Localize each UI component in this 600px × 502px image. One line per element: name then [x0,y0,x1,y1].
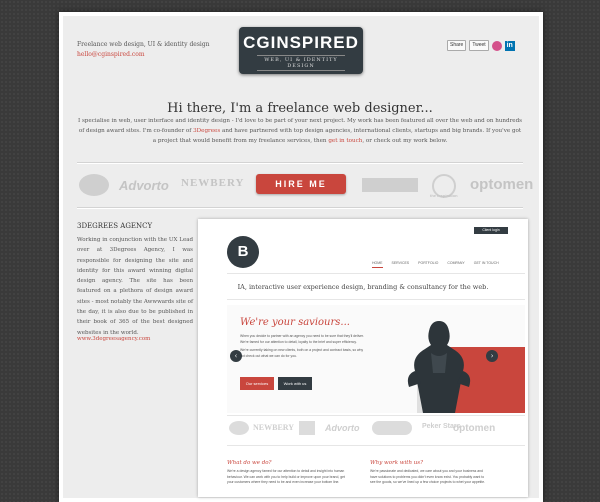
preview-divider [227,299,525,300]
preview-divider [227,273,525,274]
logo-subtitle: WEB, UI & IDENTITY DESIGN [257,55,345,71]
preview-why-text: We're passionate and dedicated, we care … [370,469,486,484]
preview-hero-title: We're your saviours... [240,317,350,328]
carousel-next-icon: › [486,350,498,362]
preview-nav-services: SERVICES [391,261,410,265]
intro-text: , or check out my work below. [362,138,448,144]
logo-title: CGINSPIRED [243,33,359,52]
preview-divider [227,445,525,446]
preview-hero-paragraph: When you decide to partner with an agenc… [240,334,364,344]
client-login-button: Client login [474,227,508,234]
contact-link[interactable]: get in touch [328,138,362,144]
project-title: 3DEGREES AGENCY [77,222,153,230]
work-with-us-button: Work with us [278,377,312,390]
client-logo-advorto: Advorto [119,178,169,193]
preview-nav-home: HOME [372,261,383,268]
share-button[interactable]: Share [447,40,467,51]
client-logo-newbery: NEWBERY [181,177,245,189]
preview-what-title: What do we do? [227,460,272,466]
site-logo[interactable]: CGINSPIRED WEB, UI & IDENTITY DESIGN [239,27,363,74]
email-link[interactable]: hello@cginspired.com [77,51,145,58]
client-logo-inspiration-text: the inspiration [430,193,458,198]
linkedin-icon[interactable]: in [504,40,515,51]
preview-why-title: Why work with us? [370,460,424,466]
preview-divider [227,415,525,416]
preview-nav-company: COMPANY [447,261,465,265]
pinterest-icon[interactable] [491,40,502,51]
preview-logo: B [227,236,259,268]
divider [77,207,523,209]
social-buttons: Share Tweet in [447,40,515,51]
project-description: Working in conjunction with the UX Lead … [77,237,193,336]
project-screenshot[interactable]: Client login B HOME SERVICES PORTFOLIO C… [198,219,528,497]
preview-client-badge [229,421,249,435]
hire-me-button[interactable]: HIRE ME [256,174,346,194]
preview-nav-contact: GET IN TOUCH [473,261,499,265]
preview-tagline: IA, interactive user experience design, … [237,283,489,291]
intro-paragraph: I specialise in web, user interface and … [77,116,523,146]
preview-nav-portfolio: PORTFOLIO [418,261,439,265]
hero-figure-illustration [407,321,471,413]
our-services-button: Our services [240,377,274,390]
preview-client-advorto: Advorto [325,423,360,433]
carousel-prev-icon: ‹ [230,350,242,362]
preview-client-logos: NEWBERY Advorto Peker Stars optomen [227,417,525,441]
client-logo-badge [79,174,109,196]
preview-what-text: We're a design agency famed for our atte… [227,469,345,484]
client-logo-optomen: optomen [470,176,534,193]
tweet-button[interactable]: Tweet [469,40,489,51]
preview-nav: HOME SERVICES PORTFOLIO COMPANY GET IN T… [372,261,499,268]
3degrees-link[interactable]: 3Degrees [193,128,220,134]
preview-client-box [299,421,315,435]
tagline: Freelance web design, UI & identity desi… [77,41,210,48]
preview-client-oval [372,421,412,435]
project-link[interactable]: www.3degreesagency.com [77,336,150,342]
page-headline: Hi there, I'm a freelance web designer..… [167,101,433,116]
divider [77,162,523,164]
preview-hero-paragraph: We're currently taking on new clients, b… [240,348,364,358]
preview-client-optomen: optomen [453,423,496,434]
preview-hero-text: When you decide to partner with an agenc… [240,334,368,359]
client-logo-banner [362,178,418,192]
preview-client-newbery: NEWBERY [253,423,295,432]
